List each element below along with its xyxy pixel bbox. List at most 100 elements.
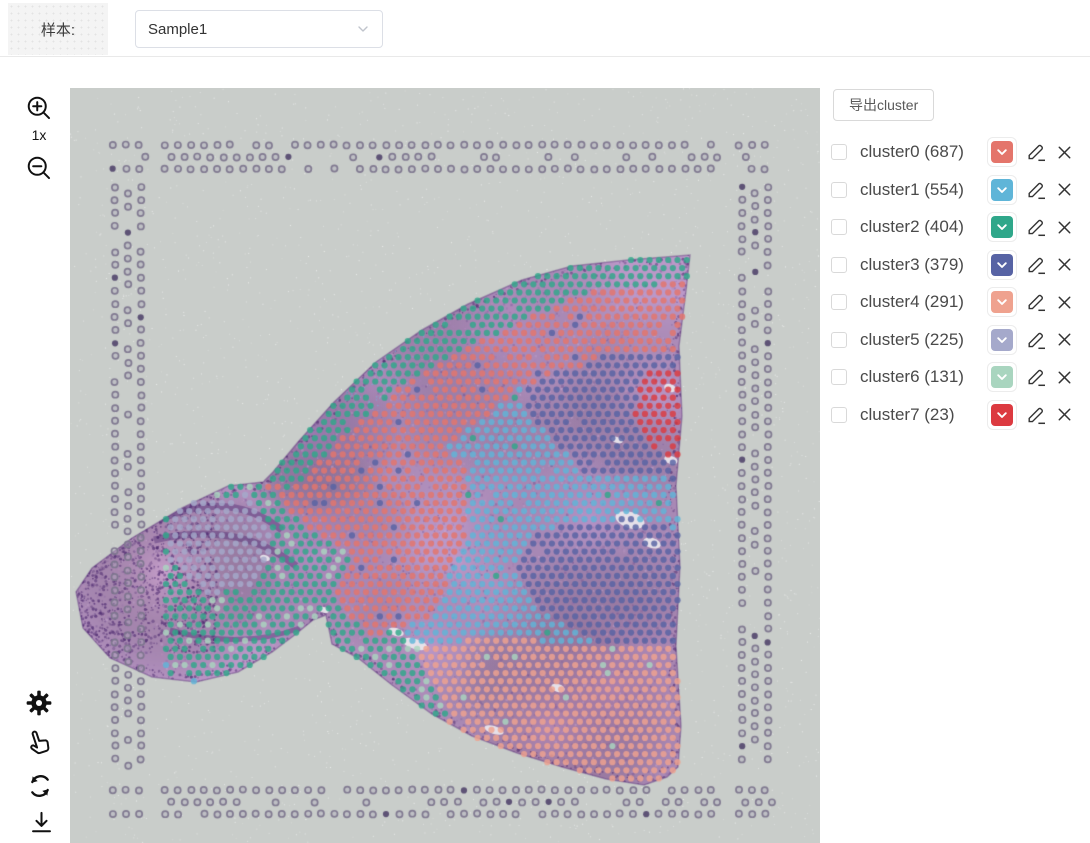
- cluster-label: cluster4 (291): [860, 292, 987, 312]
- cluster-color-picker[interactable]: [987, 325, 1017, 355]
- edit-icon: [1025, 291, 1047, 313]
- cluster-color-swatch: [991, 329, 1013, 351]
- cluster-row: cluster0 (687): [831, 137, 1074, 167]
- edit-icon: [1025, 404, 1047, 426]
- export-cluster-button[interactable]: 导出cluster: [833, 89, 934, 121]
- cluster-checkbox[interactable]: [831, 257, 847, 273]
- cluster-row: cluster1 (554): [831, 175, 1074, 205]
- chevron-down-icon: [995, 370, 1009, 384]
- edit-icon: [1025, 179, 1047, 201]
- close-icon: [1055, 180, 1074, 199]
- cluster-checkbox[interactable]: [831, 144, 847, 160]
- sample-select-value: Sample1: [148, 21, 207, 38]
- close-icon: [1055, 330, 1074, 349]
- cluster-color-picker[interactable]: [987, 250, 1017, 280]
- cluster-delete-button[interactable]: [1055, 179, 1074, 201]
- cluster-delete-button[interactable]: [1055, 366, 1074, 388]
- cluster-row: cluster6 (131): [831, 362, 1074, 392]
- cluster-delete-button[interactable]: [1055, 141, 1074, 163]
- reset-button[interactable]: [24, 770, 56, 802]
- zoom-level-label: 1x: [24, 127, 54, 143]
- cluster-delete-button[interactable]: [1055, 216, 1074, 238]
- cluster-edit-button[interactable]: [1025, 329, 1047, 351]
- cluster-color-picker[interactable]: [987, 175, 1017, 205]
- zoom-in-icon: [25, 94, 53, 122]
- chevron-down-icon: [356, 22, 370, 36]
- cluster-color-swatch: [991, 179, 1013, 201]
- cluster-color-picker[interactable]: [987, 212, 1017, 242]
- cluster-edit-button[interactable]: [1025, 404, 1047, 426]
- settings-button[interactable]: [23, 687, 55, 719]
- edit-icon: [1025, 216, 1047, 238]
- cluster-delete-button[interactable]: [1055, 404, 1074, 426]
- cluster-edit-button[interactable]: [1025, 291, 1047, 313]
- cluster-edit-button[interactable]: [1025, 216, 1047, 238]
- cluster-delete-button[interactable]: [1055, 329, 1074, 351]
- sample-select[interactable]: Sample1: [135, 10, 383, 48]
- cluster-color-picker[interactable]: [987, 400, 1017, 430]
- cluster-list: cluster0 (687) cluster1 (554) cluster2 (40…: [831, 137, 1074, 437]
- chevron-down-icon: [995, 258, 1009, 272]
- edit-icon: [1025, 254, 1047, 276]
- cluster-checkbox[interactable]: [831, 182, 847, 198]
- edit-icon: [1025, 329, 1047, 351]
- cluster-delete-button[interactable]: [1055, 254, 1074, 276]
- cluster-checkbox[interactable]: [831, 219, 847, 235]
- refresh-icon: [26, 772, 54, 800]
- cluster-delete-button[interactable]: [1055, 291, 1074, 313]
- header-divider: [0, 56, 1090, 57]
- gear-icon: [25, 689, 53, 717]
- cluster-color-swatch: [991, 216, 1013, 238]
- cluster-label: cluster5 (225): [860, 330, 987, 350]
- cluster-label: cluster0 (687): [860, 142, 987, 162]
- chevron-down-icon: [995, 333, 1009, 347]
- cluster-color-swatch: [991, 404, 1013, 426]
- cluster-checkbox[interactable]: [831, 369, 847, 385]
- hand-pointer-icon: [24, 728, 54, 758]
- zoom-out-icon: [25, 154, 53, 182]
- zoom-out-button[interactable]: [23, 152, 55, 184]
- close-icon: [1055, 368, 1074, 387]
- cluster-edit-button[interactable]: [1025, 179, 1047, 201]
- download-button[interactable]: [25, 806, 57, 838]
- cluster-label: cluster3 (379): [860, 255, 987, 275]
- cluster-edit-button[interactable]: [1025, 254, 1047, 276]
- cluster-edit-button[interactable]: [1025, 141, 1047, 163]
- cluster-label: cluster1 (554): [860, 180, 987, 200]
- cluster-label: cluster6 (131): [860, 367, 987, 387]
- slide-viewer-canvas[interactable]: [70, 88, 820, 843]
- cluster-checkbox[interactable]: [831, 294, 847, 310]
- sample-label: 样本:: [8, 3, 108, 55]
- cluster-row: cluster5 (225): [831, 325, 1074, 355]
- chevron-down-icon: [995, 408, 1009, 422]
- cluster-row: cluster3 (379): [831, 250, 1074, 280]
- cluster-row: cluster2 (404): [831, 212, 1074, 242]
- cluster-color-swatch: [991, 141, 1013, 163]
- cluster-label: cluster7 (23): [860, 405, 987, 425]
- zoom-in-button[interactable]: [23, 92, 55, 124]
- cluster-checkbox[interactable]: [831, 407, 847, 423]
- close-icon: [1055, 218, 1074, 237]
- close-icon: [1055, 405, 1074, 424]
- cluster-color-picker[interactable]: [987, 362, 1017, 392]
- cluster-color-swatch: [991, 291, 1013, 313]
- cluster-checkbox[interactable]: [831, 332, 847, 348]
- cluster-edit-button[interactable]: [1025, 366, 1047, 388]
- cluster-color-picker[interactable]: [987, 137, 1017, 167]
- chevron-down-icon: [995, 295, 1009, 309]
- close-icon: [1055, 143, 1074, 162]
- cluster-color-swatch: [991, 254, 1013, 276]
- chevron-down-icon: [995, 220, 1009, 234]
- close-icon: [1055, 255, 1074, 274]
- cluster-row: cluster7 (23): [831, 400, 1074, 430]
- cluster-label: cluster2 (404): [860, 217, 987, 237]
- edit-icon: [1025, 366, 1047, 388]
- edit-icon: [1025, 141, 1047, 163]
- chevron-down-icon: [995, 145, 1009, 159]
- pan-button[interactable]: [23, 727, 55, 759]
- cluster-color-picker[interactable]: [987, 287, 1017, 317]
- chevron-down-icon: [995, 183, 1009, 197]
- cluster-color-swatch: [991, 366, 1013, 388]
- cluster-row: cluster4 (291): [831, 287, 1074, 317]
- sample-label-text: 样本:: [41, 19, 75, 40]
